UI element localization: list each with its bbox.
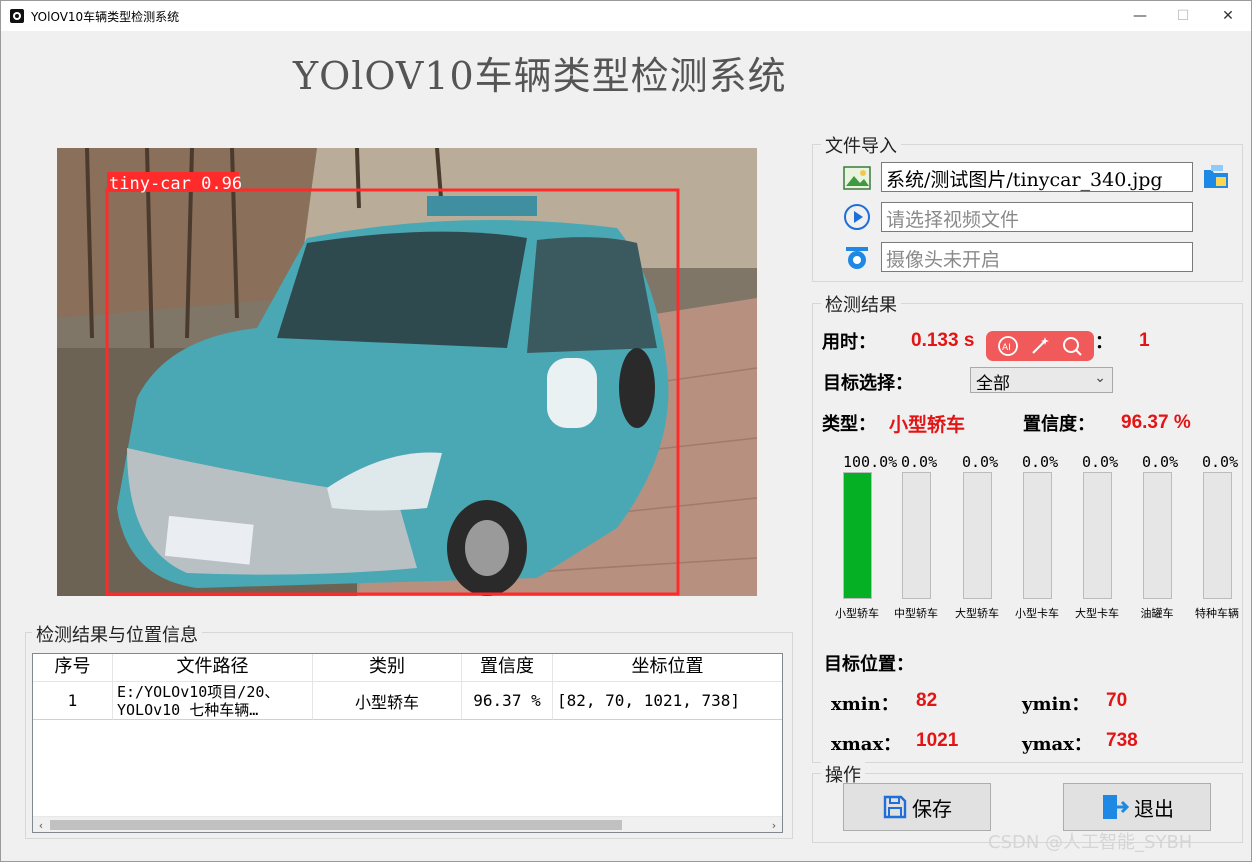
bar-track-0	[843, 472, 872, 599]
chevron-down-icon: ⌄	[1094, 370, 1106, 386]
app-window: YOlOV10车辆类型检测系统 — ☐ ✕ YOlOV10车辆类型检测系统 ti…	[0, 0, 1252, 862]
bar-track-6	[1203, 472, 1232, 599]
image-file-icon[interactable]	[843, 164, 871, 192]
xmin-label: xmin：	[831, 694, 899, 715]
bar-label-6: 特种车辆	[1195, 607, 1239, 620]
position-title: 目标位置：	[824, 654, 914, 675]
bar-label-0: 小型轿车	[835, 607, 879, 620]
floating-ai-toolbar: AI	[986, 331, 1094, 361]
save-button[interactable]: 保存	[843, 783, 991, 831]
bar-label-4: 大型卡车	[1075, 607, 1119, 620]
ymax-value: 738	[1106, 730, 1138, 751]
exit-label: 退出	[1134, 796, 1174, 821]
bar-label-1: 中型轿车	[894, 607, 938, 620]
bar-label-5: 油罐车	[1140, 607, 1174, 620]
scroll-left-icon[interactable]: ‹	[33, 817, 49, 833]
col-header-index[interactable]: 序号	[33, 654, 113, 682]
save-label: 保存	[912, 796, 952, 821]
exit-button[interactable]: 退出	[1063, 783, 1211, 831]
bar-percent-2: 0.0%	[962, 453, 999, 471]
confidence-value: 96.37 %	[1121, 412, 1191, 433]
folder-open-icon[interactable]	[1202, 163, 1230, 191]
bar-track-2	[963, 472, 992, 599]
scroll-right-icon[interactable]: ›	[766, 817, 782, 833]
horizontal-scrollbar[interactable]: ‹ ›	[33, 816, 782, 832]
window-title: YOlOV10车辆类型检测系统	[31, 10, 180, 24]
xmax-label: xmax：	[831, 734, 902, 755]
ai-icon[interactable]: AI	[997, 335, 1019, 357]
path-line-2: YOLOv10 七种车辆…	[117, 700, 259, 719]
table-cell-category[interactable]: 小型轿车	[313, 682, 462, 720]
maximize-button[interactable]: ☐	[1160, 1, 1206, 31]
target-select-label: 目标选择：	[823, 373, 913, 394]
video-file-field[interactable]: 请选择视频文件	[881, 202, 1193, 232]
col-header-coords[interactable]: 坐标位置	[553, 654, 782, 682]
col-header-confidence[interactable]: 置信度	[462, 654, 553, 682]
target-select-value: 全部	[976, 374, 1010, 394]
scroll-thumb[interactable]	[50, 820, 622, 830]
bar-label-2: 大型轿车	[955, 607, 999, 620]
title-bar: YOlOV10车辆类型检测系统 — ☐ ✕	[1, 1, 1251, 31]
close-button[interactable]: ✕	[1205, 1, 1251, 31]
table-cell-confidence[interactable]: 96.37 %	[462, 682, 553, 720]
video-play-icon[interactable]	[843, 203, 871, 231]
bar-fill-0	[844, 473, 871, 598]
time-value: 0.133 s	[911, 330, 975, 351]
watermark: CSDN @人工智能_SYBH	[988, 832, 1193, 853]
results-table[interactable]: 序号 文件路径 类别 置信度 坐标位置 1 E:/YOLOv10项目/20、 Y…	[32, 653, 783, 833]
save-icon	[883, 795, 907, 819]
ymin-label: ymin：	[1022, 694, 1090, 715]
type-value: 小型轿车	[889, 414, 966, 436]
bar-percent-3: 0.0%	[1022, 453, 1059, 471]
exit-icon	[1103, 795, 1130, 819]
bar-percent-4: 0.0%	[1082, 453, 1119, 471]
type-label: 类型：	[822, 414, 876, 435]
table-cell-coords[interactable]: [82, 70, 1021, 738]	[553, 682, 782, 720]
app-title: YOlOV10车辆类型检测系统	[293, 54, 787, 98]
xmin-value: 82	[916, 690, 938, 711]
bar-track-3	[1023, 472, 1052, 599]
xmax-value: 1021	[916, 730, 959, 751]
bar-percent-6: 0.0%	[1202, 453, 1239, 471]
bar-percent-1: 0.0%	[901, 453, 938, 471]
ymax-label: ymax：	[1022, 734, 1092, 755]
bar-label-3: 小型卡车	[1015, 607, 1059, 620]
table-cell-path[interactable]: E:/YOLOv10项目/20、 YOLOv10 七种车辆…	[113, 682, 313, 720]
confidence-label: 置信度：	[1023, 414, 1095, 435]
col-header-category[interactable]: 类别	[313, 654, 462, 682]
bar-track-5	[1143, 472, 1172, 599]
detection-image-panel: tiny-car 0.96	[57, 148, 757, 596]
camera-status-field[interactable]: 摄像头未开启	[881, 242, 1193, 272]
bar-percent-5: 0.0%	[1142, 453, 1179, 471]
bar-track-4	[1083, 472, 1112, 599]
bar-percent-0: 100.0%	[843, 453, 898, 471]
image-path-field[interactable]: 系统/测试图片/tinycar_340.jpg	[881, 162, 1193, 192]
magic-wand-icon[interactable]	[1029, 335, 1051, 357]
table-cell-index[interactable]: 1	[33, 682, 113, 720]
detection-image: tiny-car 0.96	[57, 148, 757, 596]
search-icon[interactable]	[1061, 335, 1083, 357]
path-line-1: E:/YOLOv10项目/20、	[117, 682, 280, 701]
file-import-title: 文件导入	[821, 132, 901, 158]
app-logo-icon	[10, 9, 24, 23]
minimize-button[interactable]: —	[1117, 1, 1163, 31]
svg-text:AI: AI	[1002, 343, 1011, 353]
col-header-path[interactable]: 文件路径	[113, 654, 313, 682]
camera-icon[interactable]	[843, 243, 871, 271]
target-select[interactable]: 全部 ⌄	[970, 367, 1113, 394]
count-value: 1	[1139, 330, 1150, 351]
results-title: 检测结果	[821, 291, 901, 317]
table-title: 检测结果与位置信息	[32, 621, 202, 647]
box-label: tiny-car 0.96	[109, 174, 242, 194]
time-label: 用时：	[822, 332, 876, 353]
ymin-value: 70	[1106, 690, 1128, 711]
bar-track-1	[902, 472, 931, 599]
